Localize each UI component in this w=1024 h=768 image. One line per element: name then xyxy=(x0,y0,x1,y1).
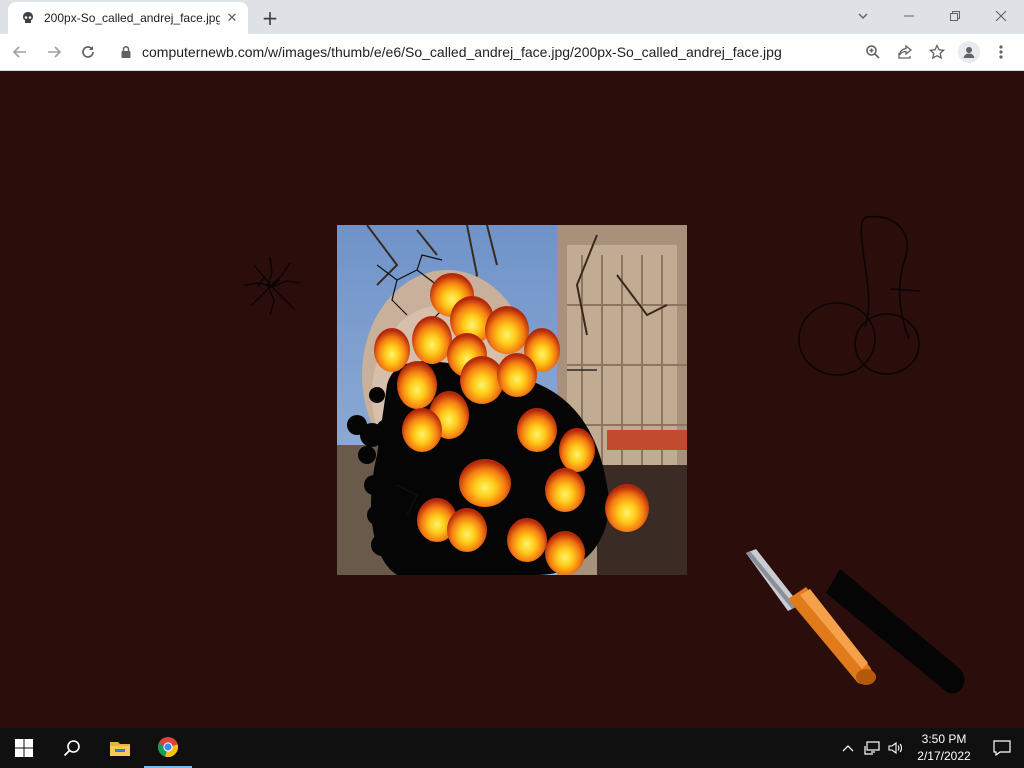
toolbar-actions xyxy=(856,38,1016,66)
taskbar-clock[interactable]: 3:50 PM 2/17/2022 xyxy=(908,731,980,765)
tab-strip: 200px-So_called_andrej_face.jpg ✕ + xyxy=(0,0,1024,34)
system-tray: 3:50 PM 2/17/2022 xyxy=(836,728,1024,768)
taskbar: 3:50 PM 2/17/2022 xyxy=(0,728,1024,768)
volume-icon[interactable] xyxy=(884,728,908,768)
clock-date: 2/17/2022 xyxy=(917,749,971,763)
profile-icon[interactable] xyxy=(954,38,984,66)
ink-scribble xyxy=(795,209,925,388)
minimize-icon[interactable] xyxy=(886,0,932,32)
new-tab-button[interactable]: + xyxy=(258,6,282,30)
close-icon[interactable] xyxy=(978,0,1024,32)
soldering-iron-cursor xyxy=(740,549,980,713)
url-text[interactable]: computernewb.com/w/images/thumb/e/e6/So_… xyxy=(142,44,782,60)
tab-title: 200px-So_called_andrej_face.jpg xyxy=(44,11,220,25)
clock-time: 3:50 PM xyxy=(921,732,967,746)
windows-start-icon[interactable] xyxy=(0,728,48,768)
chrome-icon[interactable] xyxy=(144,728,192,768)
forward-icon[interactable] xyxy=(40,38,68,66)
page-content xyxy=(0,71,1024,728)
address-bar[interactable]: computernewb.com/w/images/thumb/e/e6/So_… xyxy=(110,37,850,67)
back-icon[interactable] xyxy=(6,38,34,66)
notification-icon[interactable] xyxy=(980,728,1024,768)
chevron-up-icon[interactable] xyxy=(836,728,860,768)
network-icon[interactable] xyxy=(860,728,884,768)
displayed-image[interactable] xyxy=(337,225,687,575)
lock-icon[interactable] xyxy=(118,44,134,60)
share-icon[interactable] xyxy=(890,38,920,66)
avatar[interactable] xyxy=(958,41,980,63)
menu-icon[interactable] xyxy=(986,38,1016,66)
crack-scribble xyxy=(240,253,304,321)
browser-toolbar: computernewb.com/w/images/thumb/e/e6/So_… xyxy=(0,34,1024,71)
window-controls xyxy=(886,0,1024,34)
tab-search-icon[interactable] xyxy=(850,4,876,28)
file-explorer-icon[interactable] xyxy=(96,728,144,768)
skull-icon xyxy=(20,10,36,26)
browser-tab[interactable]: 200px-So_called_andrej_face.jpg ✕ xyxy=(8,2,248,34)
bookmark-star-icon[interactable] xyxy=(922,38,952,66)
reload-icon[interactable] xyxy=(74,38,102,66)
zoom-icon[interactable] xyxy=(858,38,888,66)
search-icon[interactable] xyxy=(48,728,96,768)
restore-icon[interactable] xyxy=(932,0,978,32)
tab-close-icon[interactable]: ✕ xyxy=(224,10,240,26)
